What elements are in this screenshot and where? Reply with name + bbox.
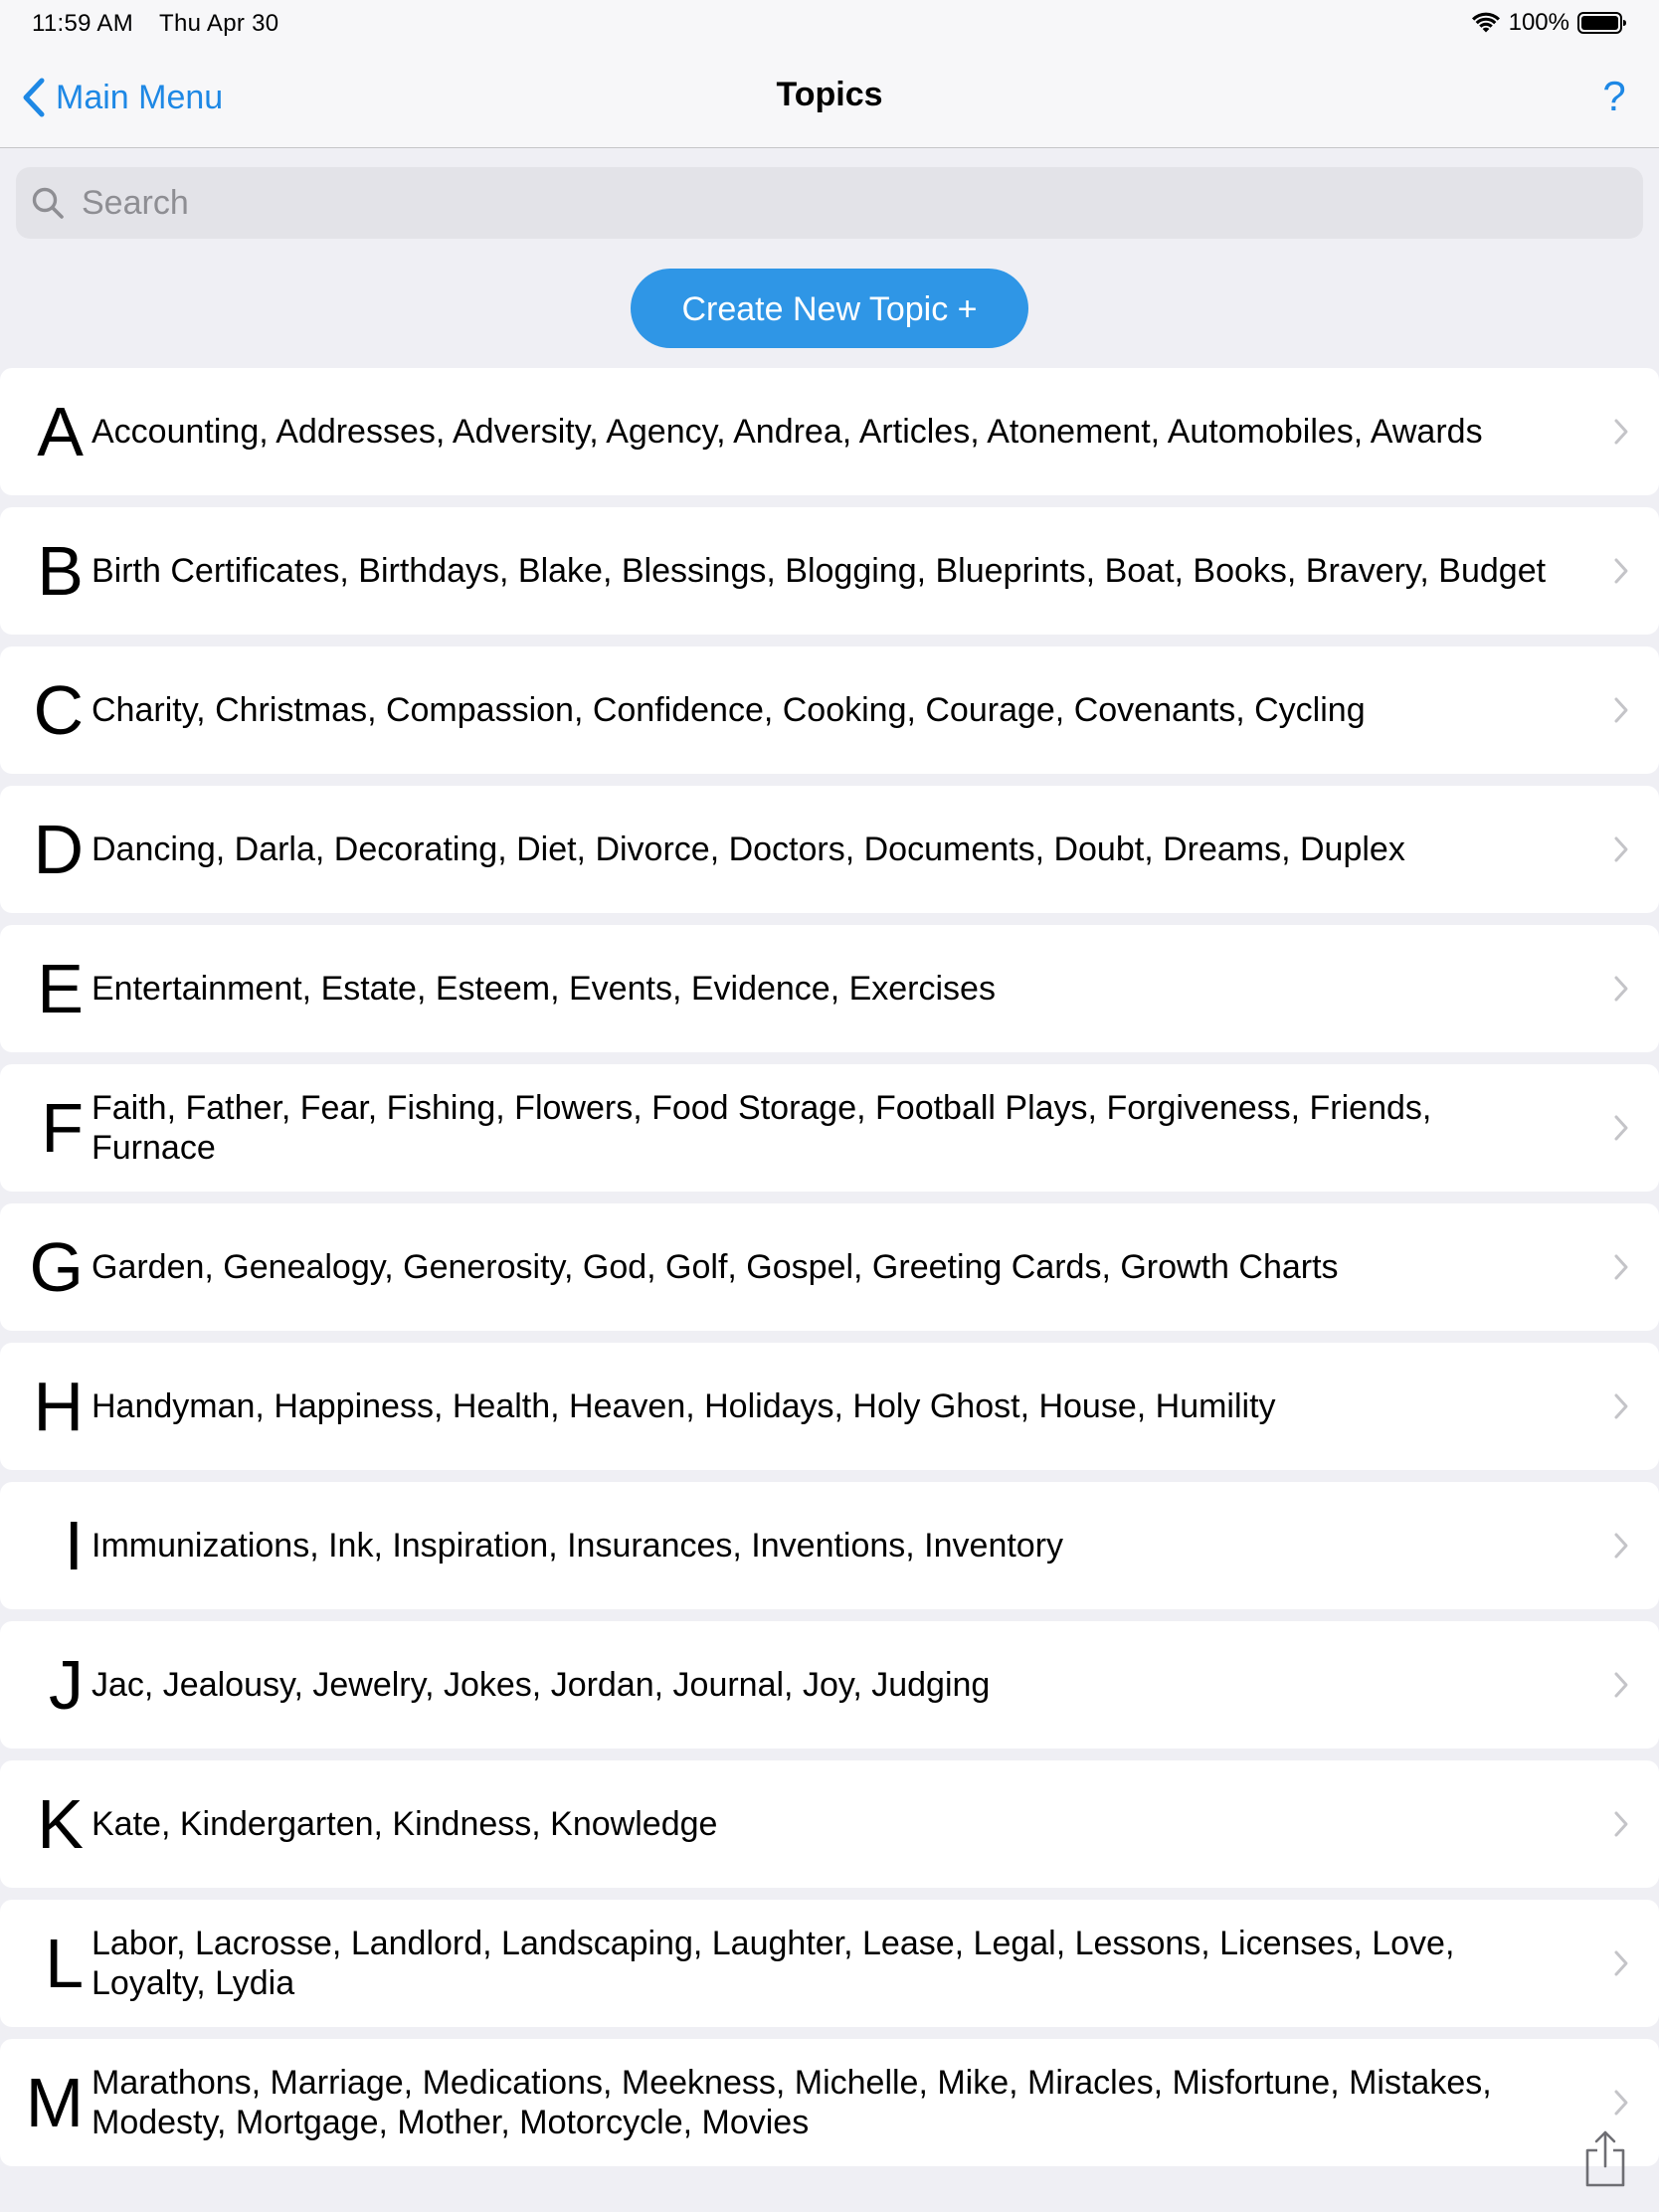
page-title: Topics (776, 76, 883, 113)
status-bar: 11:59 AM Thu Apr 30 100% (0, 0, 1659, 48)
topic-items: Immunizations, Ink, Inspiration, Insuran… (92, 1527, 1064, 1565)
topic-letter: A (37, 393, 84, 470)
search-bar[interactable] (16, 167, 1643, 239)
topic-items: Accounting, Addresses, Adversity, Agency… (92, 413, 1483, 451)
share-icon[interactable] (1583, 2128, 1627, 2188)
chevron-right-icon (1614, 1115, 1628, 1141)
topic-row[interactable]: L Labor, Lacrosse, Landlord, Landscaping,… (0, 1900, 1659, 2027)
topic-letter: E (37, 950, 84, 1027)
topic-items: Charity, Christmas, Compassion, Confiden… (92, 691, 1366, 729)
back-button-label: Main Menu (56, 78, 224, 116)
search-input[interactable] (80, 172, 1575, 234)
topic-letter: H (33, 1368, 84, 1445)
topic-items: Jac, Jealousy, Jewelry, Jokes, Jordan, J… (92, 1666, 991, 1704)
chevron-right-icon (1614, 1533, 1628, 1559)
battery-percentage: 100% (1508, 9, 1569, 36)
topic-letter: L (45, 1925, 84, 2002)
topic-letter: I (64, 1507, 84, 1584)
chevron-right-icon (1614, 1950, 1628, 1976)
help-button[interactable]: ? (1589, 72, 1639, 121)
chevron-right-icon (1614, 558, 1628, 584)
topic-letter: J (49, 1646, 84, 1724)
topic-row[interactable]: K Kate, Kindergarten, Kindness, Knowledge (0, 1760, 1659, 1888)
topic-items: Entertainment, Estate, Esteem, Events, E… (92, 970, 996, 1008)
topic-row[interactable]: D Dancing, Darla, Decorating, Diet, Divor… (0, 786, 1659, 913)
topic-row[interactable]: C Charity, Christmas, Compassion, Confide… (0, 646, 1659, 774)
wifi-icon (1471, 12, 1500, 33)
topic-row[interactable]: F Faith, Father, Fear, Fishing, Flowers, … (0, 1064, 1659, 1192)
chevron-left-icon (23, 78, 45, 117)
chevron-right-icon (1614, 1254, 1628, 1280)
topic-row[interactable]: J Jac, Jealousy, Jewelry, Jokes, Jordan, … (0, 1621, 1659, 1749)
back-button[interactable]: Main Menu (22, 70, 223, 125)
topic-items: Dancing, Darla, Decorating, Diet, Divorc… (92, 830, 1405, 868)
status-indicators: 100% (1471, 8, 1627, 38)
battery-icon (1577, 12, 1626, 34)
topic-items: Birth Certificates, Birthdays, Blake, Bl… (92, 552, 1547, 590)
chevron-right-icon (1614, 1672, 1628, 1698)
topic-list: A Accounting, Addresses, Adversity, Agenc… (0, 368, 1659, 2178)
topic-letter: B (37, 532, 84, 610)
status-time: 11:59 AM (32, 10, 134, 37)
navigation-header: 11:59 AM Thu Apr 30 100% Main Menu Topic… (0, 0, 1659, 148)
topic-items: Faith, Father, Fear, Fishing, Flowers, F… (92, 1089, 1432, 1167)
topic-letter: C (33, 671, 84, 749)
chevron-right-icon (1614, 2090, 1628, 2116)
topics-screen: 11:59 AM Thu Apr 30 100% Main Menu Topic… (0, 0, 1659, 2212)
chevron-right-icon (1614, 1811, 1628, 1837)
chevron-right-icon (1614, 1393, 1628, 1419)
topic-row[interactable]: A Accounting, Addresses, Adversity, Agenc… (0, 368, 1659, 495)
chevron-right-icon (1614, 836, 1628, 862)
topic-letter: M (25, 2064, 84, 2141)
topic-letter: F (41, 1089, 84, 1167)
chevron-right-icon (1614, 976, 1628, 1002)
topic-items: Marathons, Marriage, Medications, Meekne… (92, 2064, 1492, 2141)
topic-items: Handyman, Happiness, Health, Heaven, Hol… (92, 1387, 1276, 1425)
topic-row[interactable]: G Garden, Genealogy, Generosity, God, Gol… (0, 1203, 1659, 1331)
topic-items: Garden, Genealogy, Generosity, God, Golf… (92, 1248, 1339, 1286)
topic-letter: K (37, 1785, 84, 1863)
topic-row[interactable]: H Handyman, Happiness, Health, Heaven, Ho… (0, 1343, 1659, 1470)
chevron-right-icon (1614, 419, 1628, 445)
topic-row[interactable]: M Marathons, Marriage, Medications, Meekn… (0, 2039, 1659, 2166)
topic-row[interactable]: E Entertainment, Estate, Esteem, Events, … (0, 925, 1659, 1052)
topic-letter: D (33, 811, 84, 888)
topic-items: Labor, Lacrosse, Landlord, Landscaping, … (92, 1925, 1455, 2002)
topic-items: Kate, Kindergarten, Kindness, Knowledge (92, 1805, 718, 1843)
create-new-topic-button[interactable]: Create New Topic + (631, 269, 1028, 348)
status-date: Thu Apr 30 (159, 10, 279, 37)
topic-row[interactable]: I Immunizations, Ink, Inspiration, Insura… (0, 1482, 1659, 1609)
chevron-right-icon (1614, 697, 1628, 723)
topic-letter: G (29, 1228, 84, 1306)
topic-row[interactable]: B Birth Certificates, Birthdays, Blake, B… (0, 507, 1659, 635)
search-icon (32, 187, 64, 219)
